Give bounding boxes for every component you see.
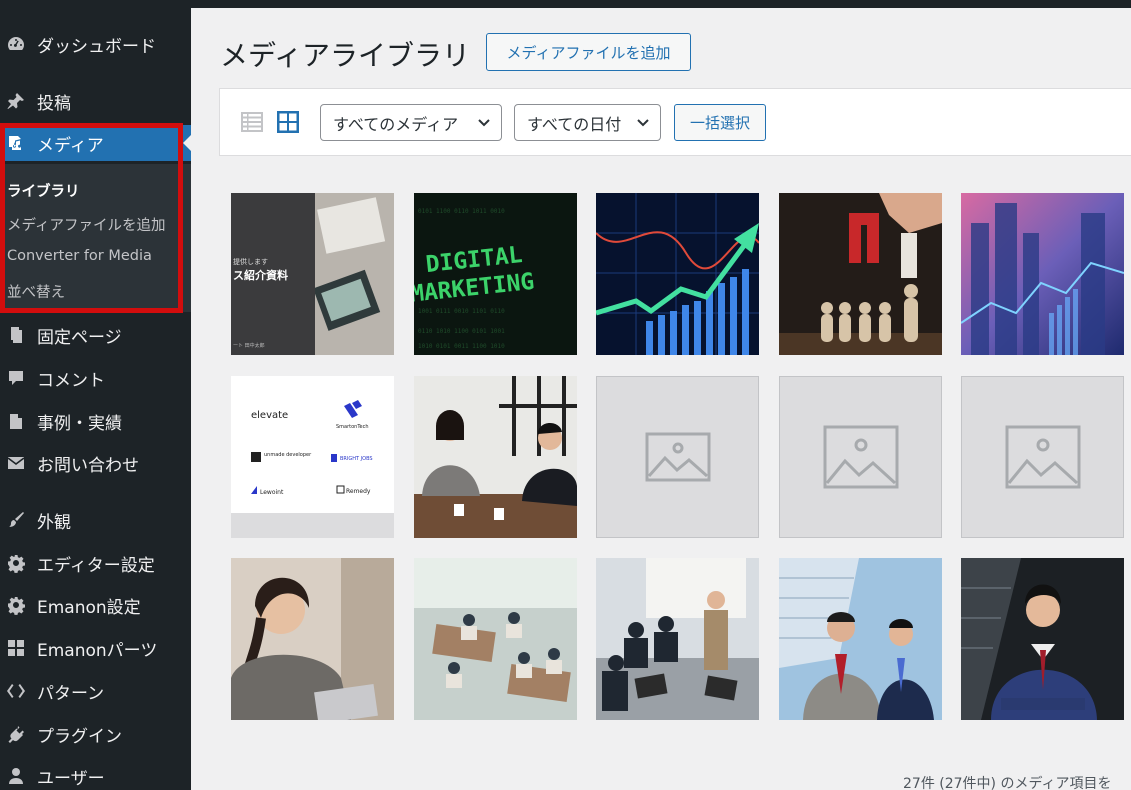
menu-label: 事例・実績: [37, 413, 122, 434]
menu-label: お問い合わせ: [37, 455, 139, 476]
grid-view-icon[interactable]: [276, 110, 300, 134]
media-tile[interactable]: [414, 558, 577, 720]
svg-text:1010 0101 0011 1100 1010: 1010 0101 0011 1100 1010: [418, 343, 505, 350]
date-value: すべての日付: [527, 114, 622, 134]
media-tile-placeholder[interactable]: [596, 376, 759, 538]
tile-text: SmartonTech: [336, 424, 369, 430]
menu-item-patterns[interactable]: パターン: [0, 673, 191, 709]
tile-text: BRIGHT JOBS: [340, 456, 373, 462]
chevron-down-icon: [478, 119, 490, 127]
comment-icon: [3, 367, 29, 389]
menu-item-comments[interactable]: コメント: [0, 360, 191, 396]
tile-text: unmade developer: [264, 452, 312, 458]
admin-sidebar: ダッシュボード 投稿 メディア ライブラリ メディアファイルを追加 Conver…: [0, 0, 191, 790]
menu-item-users[interactable]: ユーザー: [0, 758, 191, 790]
submenu-reorder[interactable]: 並べ替え: [7, 281, 65, 302]
pin-icon: [3, 90, 29, 112]
menu-label: Emanon設定: [37, 597, 141, 618]
svg-text:0110 1010 1100 0101 1001: 0110 1010 1100 0101 1001: [418, 328, 505, 335]
add-media-button[interactable]: メディアファイルを追加: [486, 33, 691, 71]
svg-text:0101 1100 0110 1011 0010: 0101 1100 0110 1011 0010: [418, 208, 505, 215]
submenu-library[interactable]: ライブラリ: [7, 180, 80, 201]
menu-label: パターン: [37, 683, 105, 704]
media-tile[interactable]: [596, 193, 759, 355]
date-filter[interactable]: すべての日付: [514, 104, 661, 141]
bulk-select-button[interactable]: 一括選択: [674, 104, 766, 141]
media-tile[interactable]: 提供します ス紹介資料 ート 田中太郎: [231, 193, 394, 355]
chevron-down-icon: [637, 119, 649, 127]
menu-item-emanon-settings[interactable]: Emanon設定: [0, 587, 191, 623]
menu-label: エディター設定: [37, 555, 155, 576]
media-icon: [3, 132, 29, 154]
list-view-icon[interactable]: [240, 110, 264, 134]
media-tile[interactable]: [779, 193, 942, 355]
menu-item-appearance[interactable]: 外観: [0, 502, 191, 538]
media-tile[interactable]: 0101 1100 0110 1011 0010 1001 0111 0010 …: [414, 193, 577, 355]
brush-icon: [3, 509, 29, 531]
tile-text: elevate: [251, 410, 288, 421]
media-tile-placeholder[interactable]: [779, 376, 942, 538]
image-placeholder-icon: [1005, 425, 1080, 489]
menu-item-dashboard[interactable]: ダッシュボード: [0, 26, 191, 62]
gear-icon: [3, 552, 29, 574]
menu-label: Emanonパーツ: [37, 640, 158, 661]
tile-text: ス紹介資料: [233, 268, 288, 282]
menu-label: 投稿: [37, 93, 71, 114]
gear-icon: [3, 594, 29, 616]
menu-item-contact[interactable]: お問い合わせ: [0, 445, 191, 481]
dashboard-icon: [3, 33, 29, 55]
media-tile[interactable]: elevate SmartonTech unmade developer BRI…: [231, 376, 394, 538]
menu-label: コメント: [37, 370, 105, 391]
menu-item-plugins[interactable]: プラグイン: [0, 716, 191, 752]
media-tile[interactable]: [779, 558, 942, 720]
menu-label: ユーザー: [37, 768, 105, 789]
menu-item-posts[interactable]: 投稿: [0, 83, 191, 119]
mail-icon: [3, 452, 29, 474]
image-placeholder-icon: [823, 425, 898, 489]
media-tile[interactable]: [231, 558, 394, 720]
media-count-text: 27件 (27件中) のメディア項目を: [903, 776, 1112, 790]
media-tile[interactable]: [961, 193, 1124, 355]
menu-label: 固定ページ: [37, 327, 122, 348]
menu-item-cases[interactable]: 事例・実績: [0, 403, 191, 439]
media-tile[interactable]: [596, 558, 759, 720]
svg-text:1001 0111 0010 1101 0110: 1001 0111 0010 1101 0110: [418, 308, 505, 315]
menu-item-emanon-parts[interactable]: Emanonパーツ: [0, 630, 191, 666]
media-submenu: ライブラリ メディアファイルを追加 Converter for Media 並べ…: [0, 164, 191, 312]
image-placeholder-icon: [645, 432, 710, 482]
menu-item-pages[interactable]: 固定ページ: [0, 317, 191, 353]
submenu-add-media[interactable]: メディアファイルを追加: [7, 214, 165, 235]
media-type-value: すべてのメディア: [333, 114, 459, 134]
plugin-icon: [3, 723, 29, 745]
media-type-filter[interactable]: すべてのメディア: [320, 104, 502, 141]
tile-text: Lewoint: [260, 489, 284, 496]
page-title: メディアライブラリ: [220, 39, 471, 72]
menu-item-editor-settings[interactable]: エディター設定: [0, 545, 191, 581]
menu-label: メディア: [37, 135, 104, 156]
tile-text: 提供します: [233, 257, 268, 266]
media-tile[interactable]: [961, 558, 1124, 720]
page-icon: [3, 324, 29, 346]
user-icon: [3, 765, 29, 787]
tile-text: Remedy: [346, 488, 371, 495]
menu-label: プラグイン: [37, 726, 122, 747]
menu-label: ダッシュボード: [37, 36, 156, 57]
media-tile-placeholder[interactable]: [961, 376, 1124, 538]
diamond-icon: [3, 680, 29, 702]
menu-item-media[interactable]: メディア: [0, 125, 191, 161]
grid-icon: [3, 637, 29, 659]
menu-label: 外観: [37, 512, 71, 533]
tile-text: ート 田中太郎: [233, 342, 265, 349]
document-icon: [3, 410, 29, 432]
media-tile[interactable]: [414, 376, 577, 538]
submenu-converter[interactable]: Converter for Media: [7, 248, 152, 264]
